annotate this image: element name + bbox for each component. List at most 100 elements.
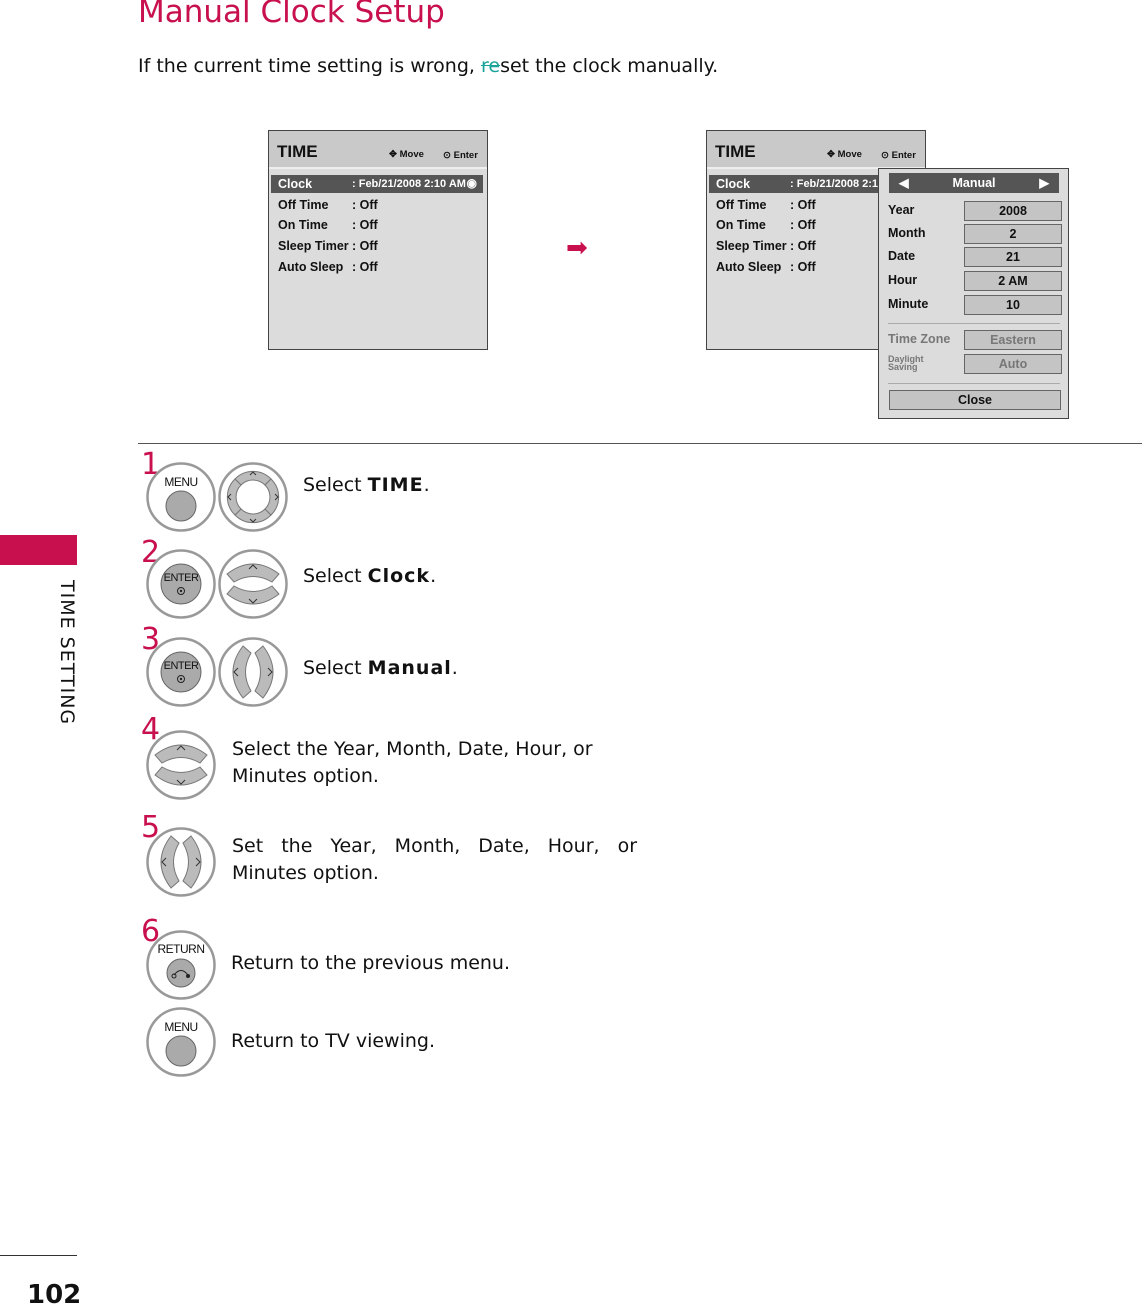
close-button[interactable]: Close (889, 390, 1061, 410)
step-text: Set the Year, Month, Date, Hour, or Minu… (232, 835, 650, 884)
enter-icon: ⊙ (881, 150, 892, 161)
select-icon: ◉ (466, 176, 477, 190)
step-text-pre: Select (303, 657, 368, 679)
step-text: Return to the previous menu. (231, 952, 511, 974)
left-right-buttons[interactable] (146, 827, 216, 897)
minute-field[interactable]: 10 (964, 295, 1062, 315)
move-icon: ✥ (827, 149, 838, 160)
row-value: : Off (790, 218, 816, 232)
left-right-buttons[interactable] (218, 637, 288, 707)
row-label: Auto Sleep (278, 260, 344, 274)
step-text-pre: Select (303, 565, 368, 587)
enter-icon: ⊙ (443, 150, 454, 161)
up-down-buttons[interactable] (218, 549, 288, 619)
date-label: Date (888, 249, 916, 263)
step-text-bold: TIME (367, 474, 424, 496)
step-text: Select Clock. (303, 565, 436, 587)
enter-button-label: ENTER (163, 572, 199, 584)
osd-row-off-time[interactable]: Off Time : Off (271, 196, 483, 214)
menu-button[interactable]: MENU (146, 1007, 216, 1077)
step-text-post: . (451, 657, 458, 679)
divider (888, 383, 1060, 384)
arrow-left-icon[interactable]: ◀ (899, 173, 909, 193)
enter-button-label: ENTER (163, 660, 199, 672)
footer-line (0, 1255, 77, 1256)
osd-row-clock[interactable]: Clock: Feb/21/2008 2:10 AM ◉ (271, 175, 483, 193)
step-text-post: . (430, 565, 437, 587)
hour-label: Hour (888, 273, 918, 287)
minute-label: Minute (888, 297, 929, 311)
page-number: 102 (27, 1280, 82, 1306)
step-text: Select the Year, Month, Date, Hour, or M… (232, 738, 593, 787)
section-tab-marker (0, 535, 77, 565)
enter-hint: ⊙ Enter (881, 150, 916, 161)
row-value: : Off (790, 260, 816, 274)
page-title: Manual Clock Setup (138, 0, 445, 30)
move-hint: ✥ Move (389, 149, 424, 160)
row-value: : Off (352, 218, 378, 232)
enter-label: Enter (453, 150, 478, 161)
step-text: Return to TV viewing. (231, 1030, 436, 1052)
mode-value: Manual (952, 176, 996, 190)
enter-button[interactable]: ENTER (146, 549, 216, 619)
row-label: Auto Sleep (716, 260, 782, 274)
enter-button[interactable]: ENTER (146, 637, 216, 707)
daylight-saving-label: Daylight Saving (888, 355, 924, 372)
row-value: : Off (790, 239, 816, 253)
enter-label: Enter (891, 150, 916, 161)
section-divider (138, 443, 1142, 444)
step-text-bold: Manual (367, 657, 452, 679)
step-text-post: . (423, 474, 430, 496)
section-label: TIME SETTING (56, 580, 78, 726)
move-icon: ✥ (389, 149, 400, 160)
return-button-label: RETURN (157, 942, 206, 956)
row-label: Off Time (716, 198, 767, 212)
time-zone-field[interactable]: Eastern (964, 330, 1062, 350)
date-field[interactable]: 21 (964, 247, 1062, 267)
step-text: Select TIME. (303, 474, 430, 496)
subtitle-text-post: set the clock manually. (500, 55, 719, 77)
menu-button-label: MENU (164, 1020, 198, 1034)
row-label: Off Time (278, 198, 329, 212)
return-button[interactable]: RETURN (146, 930, 216, 1000)
mode-selector[interactable]: ◀ Manual ▶ (889, 173, 1059, 193)
osd-row-on-time[interactable]: On Time : Off (271, 216, 483, 234)
osd-row-sleep-timer[interactable]: Sleep Timer: Off (271, 237, 483, 255)
osd-header: TIME ✥ Move ⊙ Enter (707, 131, 925, 169)
manual-clock-popup: ◀ Manual ▶ Year 2008 Month 2 Date 21 Hour … (878, 168, 1069, 419)
enter-hint: ⊙ Enter (443, 150, 478, 161)
divider (888, 323, 1060, 324)
navigation-pad[interactable] (218, 462, 288, 532)
row-label: On Time (278, 218, 328, 232)
year-field[interactable]: 2008 (964, 201, 1062, 221)
step-text: Select Manual. (303, 657, 458, 679)
arrow-right-icon: ➡ (566, 233, 588, 263)
osd-title: TIME (715, 142, 756, 161)
time-menu-osd: TIME ✥ Move ⊙ Enter Clock: Feb/21/2008 2… (268, 130, 488, 350)
step-text-pre: Select (303, 474, 368, 496)
year-label: Year (888, 203, 915, 217)
row-value: : Feb/21/2008 2:10 (790, 178, 885, 190)
move-hint: ✥ Move (827, 149, 862, 160)
row-value: : Off (790, 198, 816, 212)
subtitle-strike-text: re (480, 55, 501, 77)
up-down-buttons[interactable] (146, 730, 216, 800)
row-label: Sleep Timer (716, 239, 787, 253)
menu-button-label: MENU (164, 475, 198, 489)
manual-page: Manual Clock Setup If the current time s… (0, 0, 1142, 1306)
osd-row-auto-sleep[interactable]: Auto Sleep: Off (271, 258, 483, 276)
osd-header: TIME ✥ Move ⊙ Enter (269, 131, 487, 169)
menu-button[interactable]: MENU (146, 462, 216, 532)
step-text-bold: Clock (367, 565, 431, 587)
daylight-saving-field[interactable]: Auto (964, 354, 1062, 374)
hour-field[interactable]: 2 AM (964, 271, 1062, 291)
time-zone-label: Time Zone (888, 332, 951, 346)
row-label: Clock (278, 177, 313, 191)
row-label: Sleep Timer (278, 239, 349, 253)
row-value: : Off (352, 198, 378, 212)
move-label: Move (399, 149, 424, 160)
page-subtitle: If the current time setting is wrong, re… (138, 55, 718, 77)
month-field[interactable]: 2 (964, 224, 1062, 244)
arrow-right-icon[interactable]: ▶ (1039, 173, 1049, 193)
row-label: Clock (716, 177, 751, 191)
